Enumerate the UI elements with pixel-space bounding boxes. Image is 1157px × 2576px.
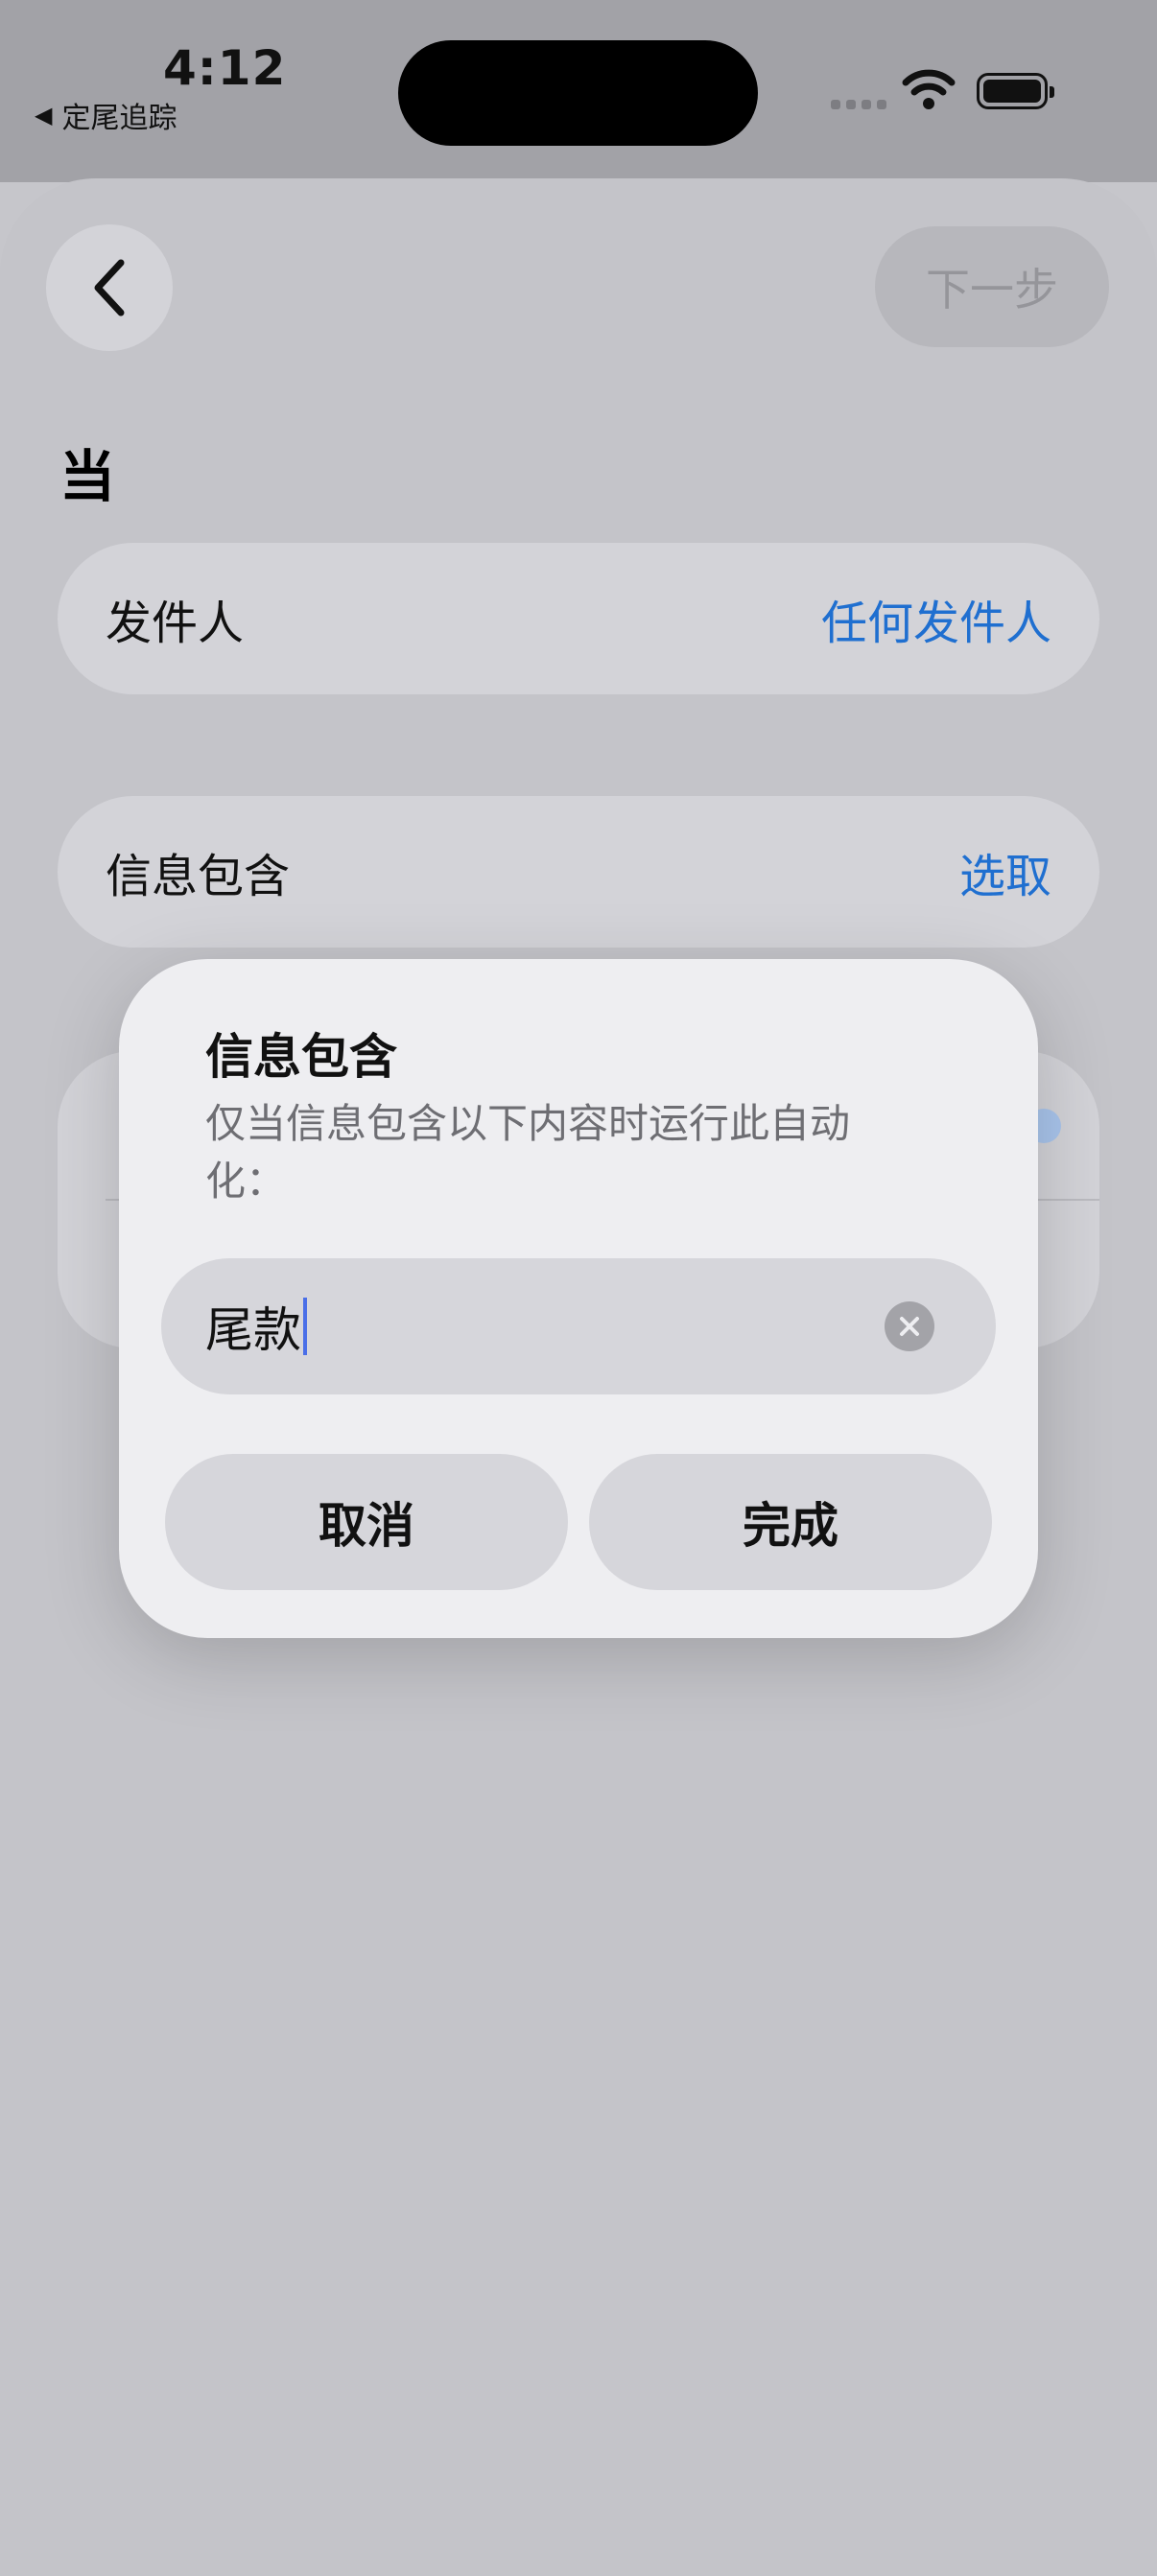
keyword-input-value: 尾款 (205, 1302, 301, 1358)
done-button[interactable]: 完成 (589, 1454, 992, 1590)
signal-icon (831, 100, 886, 109)
text-caret (303, 1298, 307, 1355)
sender-value[interactable]: 任何发件人 (821, 585, 1051, 652)
message-contains-label: 信息包含 (106, 850, 291, 903)
wifi-icon (902, 69, 956, 109)
chevron-left-icon (94, 259, 125, 316)
next-button[interactable]: 下一步 (875, 226, 1109, 347)
dynamic-island (398, 40, 758, 146)
cancel-button[interactable]: 取消 (165, 1454, 568, 1590)
clear-circle-icon[interactable] (885, 1301, 934, 1351)
status-bar: 4:12 ◀ 定尾追踪 (0, 0, 1157, 182)
message-contains-value[interactable]: 选取 (959, 838, 1051, 905)
sender-row[interactable]: 发件人 任何发件人 (58, 543, 1099, 694)
keyword-input[interactable]: 尾款 (161, 1258, 996, 1394)
back-triangle-icon: ◀ (35, 102, 53, 129)
message-contains-row[interactable]: 信息包含 选取 (58, 796, 1099, 948)
section-title: 当 (59, 444, 116, 509)
message-contains-dialog: 信息包含 仅当信息包含以下内容时运行此自动化： 尾款 取消 完成 (119, 959, 1038, 1638)
dialog-description: 仅当信息包含以下内容时运行此自动化： (205, 1100, 851, 1205)
back-app-label: 定尾追踪 (61, 102, 177, 135)
battery-icon (977, 73, 1054, 109)
back-to-app-link[interactable]: ◀ 定尾追踪 (35, 94, 177, 136)
sender-label: 发件人 (106, 597, 245, 650)
back-button[interactable] (46, 224, 173, 351)
dialog-title: 信息包含 (205, 1029, 397, 1085)
status-time: 4:12 (163, 40, 287, 96)
